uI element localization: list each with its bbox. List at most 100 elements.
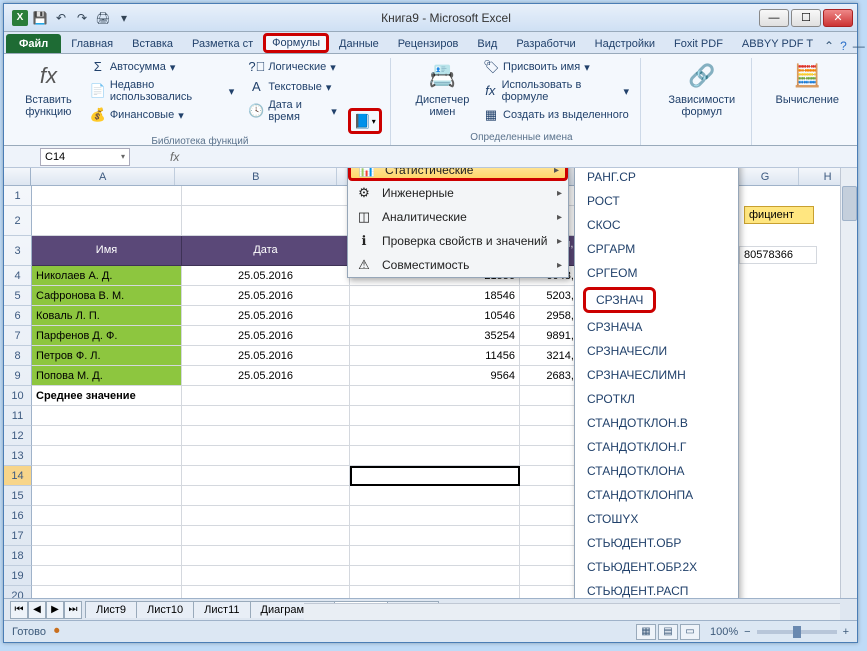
cell[interactable]: [350, 446, 520, 466]
close-button[interactable]: ✕: [823, 9, 853, 27]
row-header-2[interactable]: 2: [4, 206, 32, 236]
func-item-стандотклонпа[interactable]: СТАНДОТКЛОНПА: [575, 483, 738, 507]
func-item-рост[interactable]: РОСТ: [575, 189, 738, 213]
cell[interactable]: [182, 586, 350, 598]
func-item-сргеом[interactable]: СРГЕОМ: [575, 261, 738, 285]
sheet-nav-first[interactable]: ⏮: [10, 601, 28, 619]
name-cell[interactable]: Николаев А. Д.: [32, 266, 182, 286]
cell[interactable]: [32, 526, 182, 546]
financial-button[interactable]: 💰Финансовые ▾: [87, 106, 238, 124]
func-item-стошyx[interactable]: СТОШYX: [575, 507, 738, 531]
row-header-12[interactable]: 12: [4, 426, 32, 446]
cell[interactable]: [32, 506, 182, 526]
active-cell[interactable]: [350, 466, 520, 486]
sheet-nav-prev[interactable]: ◀: [28, 601, 46, 619]
datetime-button[interactable]: 🕓Дата и время ▾: [245, 98, 339, 124]
formula-bar[interactable]: [179, 148, 857, 166]
cell[interactable]: [182, 566, 350, 586]
func-item-ранг.ср[interactable]: РАНГ.СР: [575, 168, 738, 189]
tab-review[interactable]: Рецензиров: [389, 34, 468, 53]
tab-data[interactable]: Данные: [330, 34, 388, 53]
tab-view[interactable]: Вид: [468, 34, 506, 53]
horizontal-scrollbar[interactable]: [304, 603, 840, 620]
calculation-button[interactable]: 🧮 Вычисление: [772, 58, 844, 108]
name-cell[interactable]: Парфенов Д. Ф.: [32, 326, 182, 346]
sum-cell[interactable]: 9564: [350, 366, 520, 386]
sheet-tab-лист10[interactable]: Лист10: [136, 601, 194, 618]
row-header-15[interactable]: 15: [4, 486, 32, 506]
minimize-button[interactable]: —: [759, 9, 789, 27]
cell[interactable]: [350, 566, 520, 586]
cell[interactable]: [32, 446, 182, 466]
func-item-скос[interactable]: СКОС: [575, 213, 738, 237]
date-cell[interactable]: 25.05.2016: [182, 306, 350, 326]
cell[interactable]: [182, 526, 350, 546]
row-header-8[interactable]: 8: [4, 346, 32, 366]
col-header-g[interactable]: G: [732, 168, 799, 185]
sheet-tab-лист9[interactable]: Лист9: [85, 601, 137, 618]
date-cell[interactable]: 25.05.2016: [182, 286, 350, 306]
row-header-20[interactable]: 20: [4, 586, 32, 598]
row-header-17[interactable]: 17: [4, 526, 32, 546]
cell[interactable]: [32, 206, 182, 236]
maximize-button[interactable]: ☐: [791, 9, 821, 27]
cell[interactable]: [350, 426, 520, 446]
view-page-layout-button[interactable]: ▤: [658, 624, 678, 640]
func-item-срзнача[interactable]: СРЗНАЧА: [575, 315, 738, 339]
cell[interactable]: [350, 526, 520, 546]
func-item-сроткл[interactable]: СРОТКЛ: [575, 387, 738, 411]
insert-function-button[interactable]: fx Вставить функцию: [18, 58, 79, 134]
recent-button[interactable]: 📄Недавно использовались ▾: [87, 78, 238, 104]
cell[interactable]: [182, 486, 350, 506]
tab-insert[interactable]: Вставка: [123, 34, 182, 53]
row-header-19[interactable]: 19: [4, 566, 32, 586]
redo-icon[interactable]: ↷: [73, 9, 91, 27]
cell[interactable]: [350, 586, 520, 598]
date-cell[interactable]: 25.05.2016: [182, 326, 350, 346]
view-normal-button[interactable]: ▦: [636, 624, 656, 640]
view-page-break-button[interactable]: ▭: [680, 624, 700, 640]
cell[interactable]: [182, 546, 350, 566]
row-header-7[interactable]: 7: [4, 326, 32, 346]
cell[interactable]: [350, 406, 520, 426]
cell[interactable]: [182, 206, 350, 236]
func-item-сргарм[interactable]: СРГАРМ: [575, 237, 738, 261]
cell[interactable]: [182, 186, 350, 206]
assign-name-button[interactable]: 🏷Присвоить имя ▾: [480, 58, 632, 76]
name-cell[interactable]: Петров Ф. Л.: [32, 346, 182, 366]
zoom-in-button[interactable]: +: [843, 626, 849, 638]
date-cell[interactable]: 25.05.2016: [182, 366, 350, 386]
cell[interactable]: [32, 546, 182, 566]
row-header-4[interactable]: 4: [4, 266, 32, 286]
cell[interactable]: [350, 546, 520, 566]
menu-item-statistical[interactable]: 📊Статистические▸: [348, 168, 568, 181]
qat-dropdown-icon[interactable]: ▾: [115, 9, 133, 27]
name-box[interactable]: C14▾: [40, 148, 130, 166]
sheet-nav-next[interactable]: ▶: [46, 601, 64, 619]
cell[interactable]: [182, 506, 350, 526]
cell[interactable]: [32, 466, 182, 486]
save-icon[interactable]: 💾: [31, 9, 49, 27]
func-item-стьюдент.расп[interactable]: СТЬЮДЕНТ.РАСП: [575, 579, 738, 598]
zoom-slider[interactable]: [757, 630, 837, 634]
text-button[interactable]: AТекстовые ▾: [245, 78, 339, 96]
vertical-scrollbar[interactable]: [840, 168, 857, 598]
name-manager-button[interactable]: 📇 Диспетчер имен: [411, 58, 474, 124]
cell[interactable]: [32, 406, 182, 426]
cell[interactable]: [32, 586, 182, 598]
func-item-срзнач[interactable]: СРЗНАЧ: [583, 287, 656, 313]
row-header-18[interactable]: 18: [4, 546, 32, 566]
cell[interactable]: [32, 486, 182, 506]
func-item-стандотклон.в[interactable]: СТАНДОТКЛОН.В: [575, 411, 738, 435]
cell[interactable]: [182, 406, 350, 426]
func-item-срзначеслимн[interactable]: СРЗНАЧЕСЛИМН: [575, 363, 738, 387]
func-item-срзначесли[interactable]: СРЗНАЧЕСЛИ: [575, 339, 738, 363]
sum-cell[interactable]: 11456: [350, 346, 520, 366]
undo-icon[interactable]: ↶: [52, 9, 70, 27]
menu-item-compatibility[interactable]: ⚠Совместимость▸: [348, 253, 568, 277]
cell[interactable]: [182, 446, 350, 466]
help-icon[interactable]: ?: [840, 39, 847, 53]
cell[interactable]: [182, 386, 350, 406]
date-cell[interactable]: 25.05.2016: [182, 266, 350, 286]
formula-dependencies-button[interactable]: 🔗 Зависимости формул: [661, 58, 742, 120]
